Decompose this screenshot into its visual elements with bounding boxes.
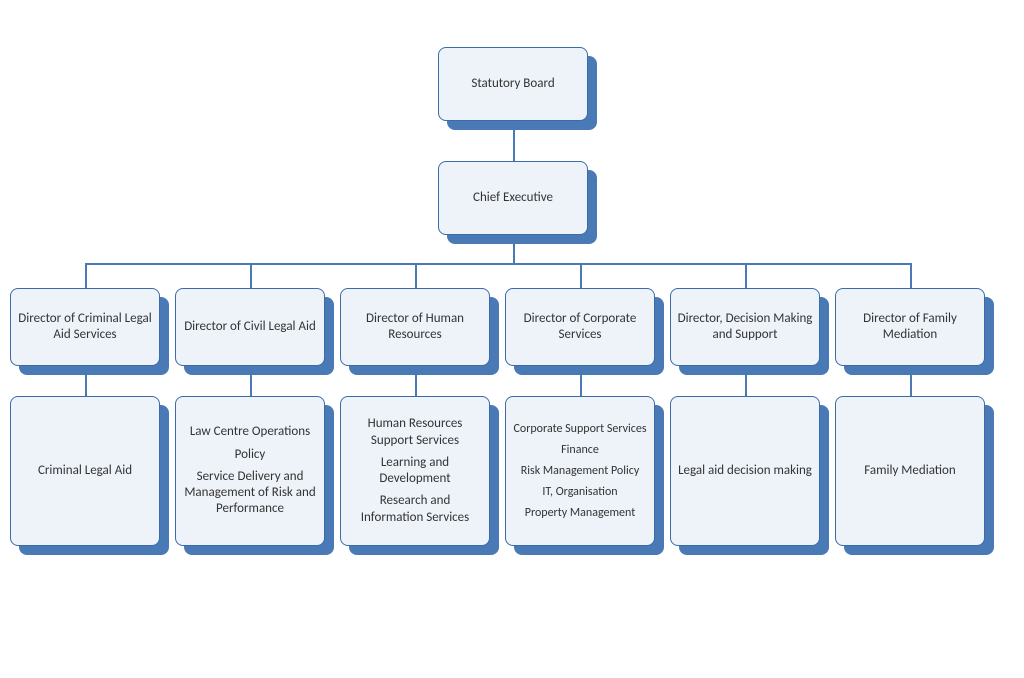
box-director-family: Director of Family Mediation <box>835 288 985 366</box>
box-line: Criminal Legal Aid <box>38 463 132 479</box>
box-label: Director, Decision Making and Support <box>677 311 813 344</box>
box-line: Human Resources Support Services <box>347 416 483 449</box>
connector <box>85 263 87 288</box>
box-statutory-board: Statutory Board <box>438 47 588 121</box>
box-line: Research and Information Services <box>347 493 483 526</box>
box-line: Risk Management Policy <box>521 464 640 479</box>
box-label: Director of Corporate Services <box>512 311 648 344</box>
box-director-corporate: Director of Corporate Services <box>505 288 655 366</box>
box-func-family: Family Mediation <box>835 396 985 546</box>
box-line: Service Delivery and Management of Risk … <box>182 469 318 518</box>
box-label: Director of Criminal Legal Aid Services <box>17 311 153 344</box>
connector <box>250 263 252 288</box>
connector <box>580 263 582 288</box>
box-line: Corporate Support Services <box>513 422 646 437</box>
box-label: Director of Civil Legal Aid <box>184 319 316 335</box>
box-func-criminal: Criminal Legal Aid <box>10 396 160 546</box>
box-director-hr: Director of Human Resources <box>340 288 490 366</box>
box-director-civil: Director of Civil Legal Aid <box>175 288 325 366</box>
box-label: Chief Executive <box>473 190 553 206</box>
box-chief-executive: Chief Executive <box>438 161 588 235</box>
box-func-hr: Human Resources Support Services Learnin… <box>340 396 490 546</box>
box-func-decision: Legal aid decision making <box>670 396 820 546</box>
box-line: Finance <box>561 443 599 458</box>
box-line: Family Mediation <box>864 463 955 479</box>
box-line: Policy <box>235 447 266 463</box>
box-line: Property Management <box>525 506 636 521</box>
box-director-criminal: Director of Criminal Legal Aid Services <box>10 288 160 366</box>
box-func-corporate: Corporate Support Services Finance Risk … <box>505 396 655 546</box>
box-func-civil: Law Centre Operations Policy Service Del… <box>175 396 325 546</box>
box-label: Director of Family Mediation <box>842 311 978 344</box>
connector <box>415 263 417 288</box>
connector <box>85 263 910 265</box>
box-director-decision: Director, Decision Making and Support <box>670 288 820 366</box>
connector <box>910 263 912 288</box>
box-line: Legal aid decision making <box>678 463 812 479</box>
connector <box>745 263 747 288</box>
box-line: Law Centre Operations <box>190 424 310 440</box>
box-line: IT, Organisation <box>542 485 617 500</box>
box-line: Learning and Development <box>347 455 483 488</box>
box-label: Statutory Board <box>471 76 554 92</box>
box-label: Director of Human Resources <box>347 311 483 344</box>
